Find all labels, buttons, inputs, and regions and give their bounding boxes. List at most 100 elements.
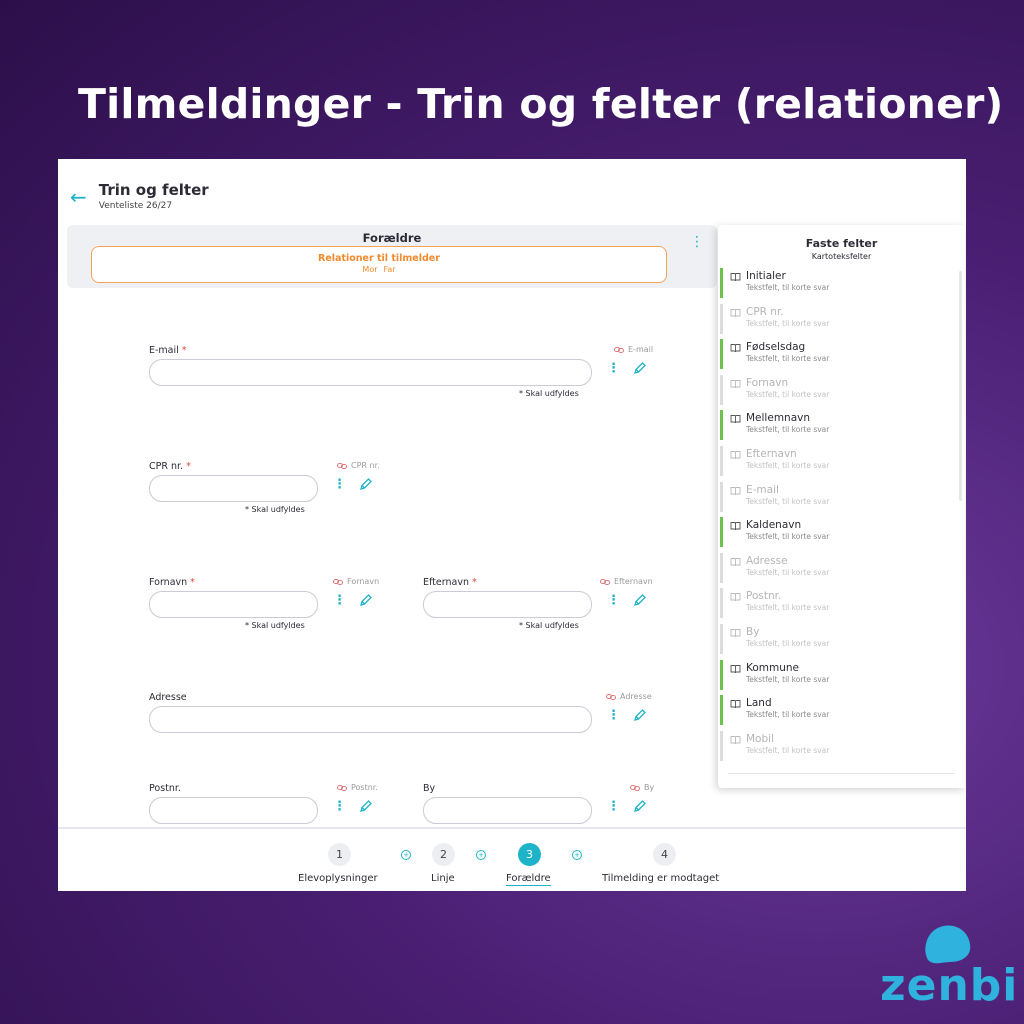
relation-mor: Mor xyxy=(362,265,378,274)
fixed-field-item[interactable]: CPR nr. Tekstfelt, til korte svar xyxy=(720,303,954,339)
link-icon xyxy=(337,462,347,469)
email-label: E-mail * xyxy=(149,345,187,356)
step-4-label[interactable]: Tilmelding er modtaget xyxy=(602,873,719,884)
fixed-field-item[interactable]: E-mail Tekstfelt, til korte svar xyxy=(720,481,954,517)
status-bar xyxy=(720,659,723,690)
fixed-field-item[interactable]: Fornavn Tekstfelt, til korte svar xyxy=(720,374,954,410)
by-label: By xyxy=(423,783,436,794)
pencil-icon[interactable] xyxy=(633,799,647,813)
fixed-field-item[interactable]: Fødselsdag Tekstfelt, til korte svar xyxy=(720,338,954,374)
kebab-icon[interactable]: ⋮ xyxy=(690,235,704,249)
fixed-field-item[interactable]: Land Tekstfelt, til korte svar xyxy=(720,694,954,730)
step-3-label[interactable]: Forældre xyxy=(506,873,551,886)
email-field-group: E-mail * E-mail ⋮ * Skal udfyldes xyxy=(149,345,661,401)
pencil-icon[interactable] xyxy=(359,477,373,491)
fixed-field-name: Postnr. xyxy=(746,590,782,603)
link-icon xyxy=(614,346,624,353)
step-1-label[interactable]: Elevoplysninger xyxy=(298,873,378,884)
status-bar xyxy=(720,410,723,441)
fixed-field-item[interactable]: Initialer Tekstfelt, til korte svar xyxy=(720,267,954,303)
postnr-field-group: Postnr. Postnr. ⋮ xyxy=(149,783,389,829)
panel-scrollbar[interactable] xyxy=(959,271,962,501)
status-bar xyxy=(720,374,723,405)
pencil-icon[interactable] xyxy=(633,361,647,375)
book-icon xyxy=(730,486,741,495)
step-4-circle[interactable]: 4 xyxy=(653,843,676,866)
fixed-field-desc: Tekstfelt, til korte svar xyxy=(746,460,830,470)
relation-far: Far xyxy=(383,265,396,274)
link-icon xyxy=(606,693,616,700)
postnr-input[interactable] xyxy=(149,797,318,824)
fornavn-hint: * Skal udfyldes xyxy=(245,621,305,630)
book-icon xyxy=(730,557,741,566)
kebab-icon[interactable]: ⋮ xyxy=(333,800,346,813)
fixed-field-name: By xyxy=(746,625,760,638)
status-bar xyxy=(720,552,723,583)
fixed-field-name: Fornavn xyxy=(746,376,789,389)
panel-divider xyxy=(728,773,955,774)
kebab-icon[interactable]: ⋮ xyxy=(333,594,346,607)
kebab-icon[interactable]: ⋮ xyxy=(607,709,620,722)
panel-title: Faste felter xyxy=(805,237,878,250)
fixed-field-item[interactable]: Postnr. Tekstfelt, til korte svar xyxy=(720,587,954,623)
postnr-tag: Postnr. xyxy=(337,783,378,792)
fixed-field-item[interactable]: Mobil Tekstfelt, til korte svar xyxy=(720,730,954,766)
plus-icon[interactable]: + xyxy=(401,850,411,860)
fixed-field-desc: Tekstfelt, til korte svar xyxy=(746,567,830,577)
email-tag: E-mail xyxy=(614,345,653,354)
link-icon xyxy=(333,578,343,585)
pencil-icon[interactable] xyxy=(633,593,647,607)
fixed-field-name: Fødselsdag xyxy=(746,341,806,354)
fixed-field-item[interactable]: Adresse Tekstfelt, til korte svar xyxy=(720,552,954,588)
relations-title: Relationer til tilmelder xyxy=(318,253,440,264)
fixed-field-item[interactable]: Kaldenavn Tekstfelt, til korte svar xyxy=(720,516,954,552)
kebab-icon[interactable]: ⋮ xyxy=(607,362,620,375)
pencil-icon[interactable] xyxy=(359,799,373,813)
fixed-field-item[interactable]: Mellemnavn Tekstfelt, til korte svar xyxy=(720,409,954,445)
fixed-field-name: Mellemnavn xyxy=(746,412,810,425)
link-icon xyxy=(630,784,640,791)
cpr-input[interactable] xyxy=(149,475,318,502)
relations-list: Mor Far xyxy=(92,265,666,274)
email-input[interactable] xyxy=(149,359,592,386)
page-subtitle: Venteliste 26/27 xyxy=(98,201,173,211)
book-icon xyxy=(730,344,741,353)
efternavn-input[interactable] xyxy=(423,591,592,618)
step-1-circle[interactable]: 1 xyxy=(328,843,351,866)
page-title: Trin og felter xyxy=(98,181,209,199)
relations-box[interactable]: Relationer til tilmelder Mor Far xyxy=(91,246,667,283)
pencil-icon[interactable] xyxy=(633,708,647,722)
step-2-circle[interactable]: 2 xyxy=(432,843,455,866)
status-bar xyxy=(720,623,723,654)
step-banner: Forældre Relationer til tilmelder Mor Far xyxy=(67,225,717,288)
fixed-fields-panel: Faste felter Kartoteksfelter Initialer Te… xyxy=(718,225,965,788)
fixed-field-desc: Tekstfelt, til korte svar xyxy=(746,603,830,613)
pencil-icon[interactable] xyxy=(359,593,373,607)
plus-icon[interactable]: + xyxy=(572,850,582,860)
kebab-icon[interactable]: ⋮ xyxy=(333,478,346,491)
step-2-label[interactable]: Linje xyxy=(431,873,455,884)
status-bar xyxy=(720,339,723,370)
book-icon xyxy=(730,628,741,637)
book-icon xyxy=(730,451,741,459)
by-input[interactable] xyxy=(423,797,592,824)
zenbi-logo: zenbi xyxy=(878,922,1017,1012)
step-banner-title: Forældre xyxy=(362,231,422,245)
plus-icon[interactable]: + xyxy=(476,850,486,860)
fixed-field-item[interactable]: Efternavn Tekstfelt, til korte svar xyxy=(720,445,954,481)
kebab-icon[interactable]: ⋮ xyxy=(607,594,620,607)
fixed-field-desc: Tekstfelt, til korte svar xyxy=(746,389,830,399)
fornavn-input[interactable] xyxy=(149,591,318,618)
efternavn-label: Efternavn * xyxy=(423,577,477,588)
kebab-icon[interactable]: ⋮ xyxy=(607,800,620,813)
adresse-input[interactable] xyxy=(149,706,592,733)
headline: Tilmeldinger - Trin og felter (relatione… xyxy=(78,80,1004,128)
app-window: ← Trin og felter Venteliste 26/27 Foræld… xyxy=(58,159,966,891)
book-icon xyxy=(730,735,741,744)
fixed-field-desc: Tekstfelt, til korte svar xyxy=(746,745,830,755)
arrow-left-icon[interactable]: ← xyxy=(70,187,87,207)
fixed-field-item[interactable]: Kommune Tekstfelt, til korte svar xyxy=(720,659,954,695)
fornavn-tag: Fornavn xyxy=(333,577,379,586)
step-3-circle[interactable]: 3 xyxy=(518,843,541,866)
fixed-field-item[interactable]: By Tekstfelt, til korte svar xyxy=(720,623,954,659)
